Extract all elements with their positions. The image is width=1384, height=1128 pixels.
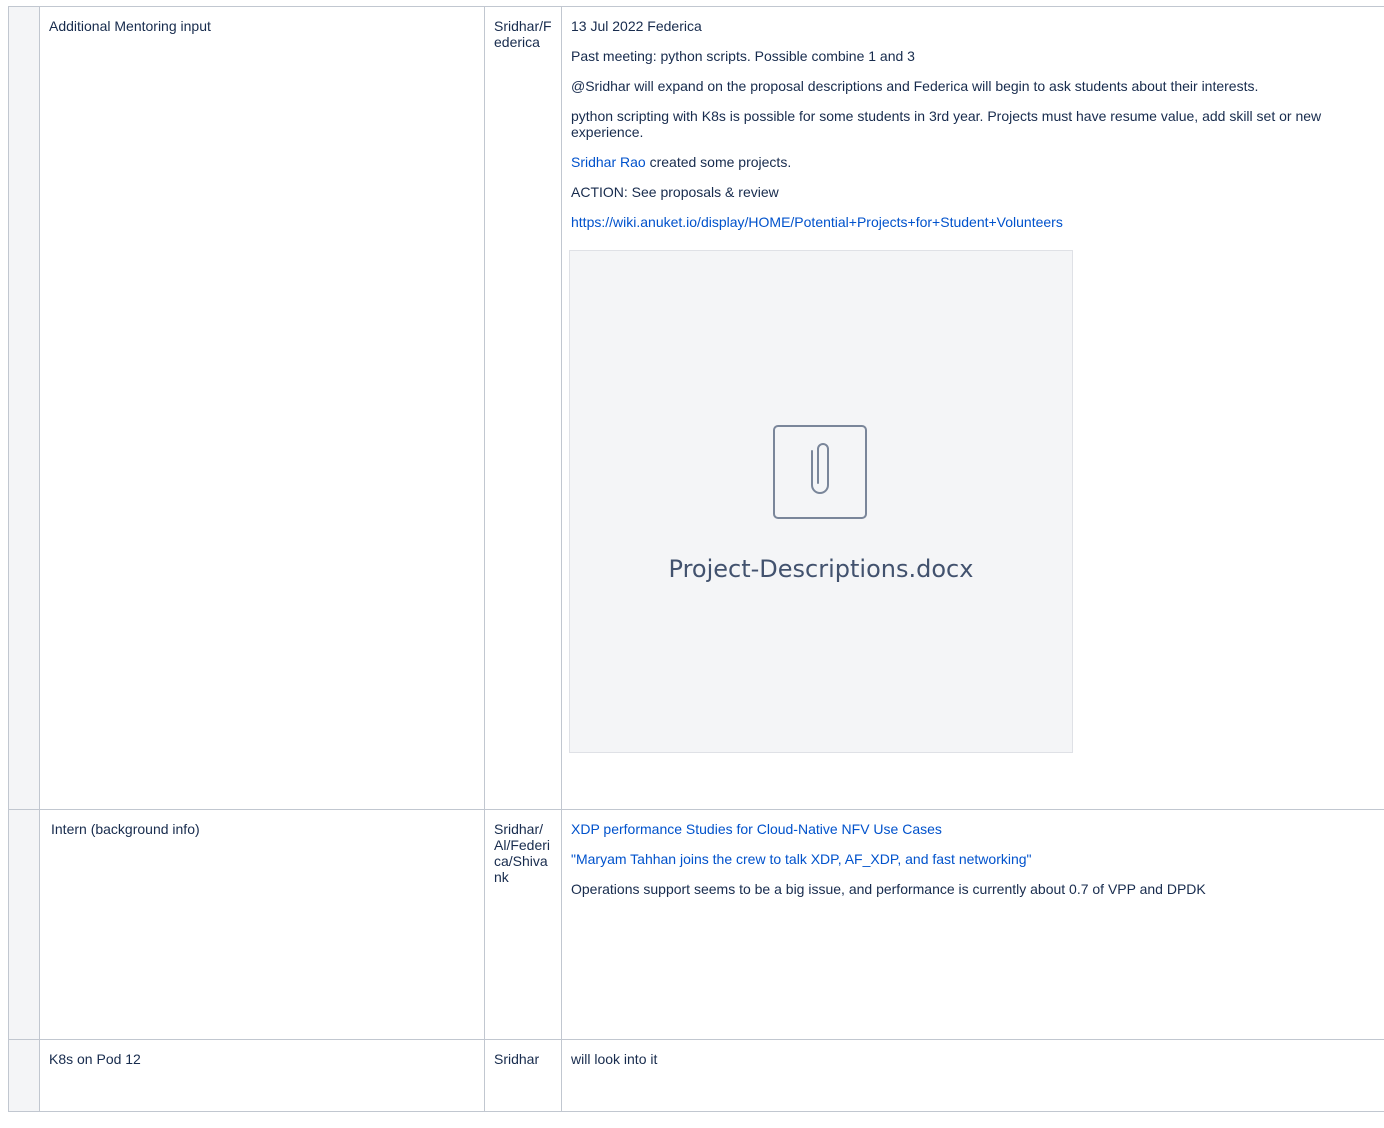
user-mention-link[interactable]: Sridhar Rao: [571, 154, 646, 170]
paperclip-icon: [773, 425, 867, 519]
notes-paragraph: Operations support seems to be a big iss…: [571, 881, 1206, 897]
topic-text: K8s on Pod 12: [49, 1051, 141, 1067]
mention-suffix: created some projects.: [645, 154, 792, 170]
who-text: Sridhar: [494, 1051, 540, 1067]
topic-text: Additional Mentoring input: [49, 18, 211, 34]
topic-cell: Intern (background info): [39, 809, 485, 1040]
notes-cell: XDP performance Studies for Cloud-Native…: [561, 809, 1384, 1040]
meeting-notes-table: Additional Mentoring input Sridhar/Feder…: [8, 6, 1384, 1112]
table-row: K8s on Pod 12 Sridhar will look into it: [8, 1039, 1384, 1112]
notes-paragraph: @Sridhar will expand on the proposal des…: [571, 78, 1259, 94]
mention-paragraph: Sridhar Rao created some projects.: [571, 154, 1377, 170]
attachment-preview[interactable]: Project-Descriptions.docx: [569, 250, 1073, 753]
who-cell: Sridhar/Al/Federica/Shivank: [484, 809, 562, 1040]
topic-cell: K8s on Pod 12: [39, 1039, 485, 1112]
attachment-file-name: Project-Descriptions.docx: [668, 555, 974, 583]
notes-paragraph: Past meeting: python scripts. Possible c…: [571, 48, 915, 64]
wiki-link[interactable]: https://wiki.anuket.io/display/HOME/Pote…: [571, 214, 1063, 230]
notes-date-line: 13 Jul 2022 Federica: [571, 18, 702, 34]
notes-paragraph: python scripting with K8s is possible fo…: [571, 108, 1322, 140]
link-paragraph: https://wiki.anuket.io/display/HOME/Pote…: [571, 214, 1377, 230]
row-number-cell: [8, 1039, 40, 1112]
who-text: Sridhar/Federica: [494, 18, 552, 50]
notes-cell: 13 Jul 2022 Federica Past meeting: pytho…: [561, 6, 1384, 810]
reference-link[interactable]: "Maryam Tahhan joins the crew to talk XD…: [571, 851, 1032, 867]
action-item: ACTION: See proposals & review: [571, 184, 779, 200]
table-row: Additional Mentoring input Sridhar/Feder…: [8, 6, 1384, 810]
who-cell: Sridhar: [484, 1039, 562, 1112]
who-text: Sridhar/Al/Federica/Shivank: [494, 821, 551, 885]
table-row: Intern (background info) Sridhar/Al/Fede…: [8, 809, 1384, 1040]
who-cell: Sridhar/Federica: [484, 6, 562, 810]
notes-paragraph: will look into it: [571, 1051, 658, 1067]
notes-cell: will look into it: [561, 1039, 1384, 1112]
topic-cell: Additional Mentoring input: [39, 6, 485, 810]
row-number-cell: [8, 6, 40, 810]
reference-link[interactable]: XDP performance Studies for Cloud-Native…: [571, 821, 942, 837]
topic-text: Intern (background info): [51, 821, 200, 837]
row-number-cell: [8, 809, 40, 1040]
